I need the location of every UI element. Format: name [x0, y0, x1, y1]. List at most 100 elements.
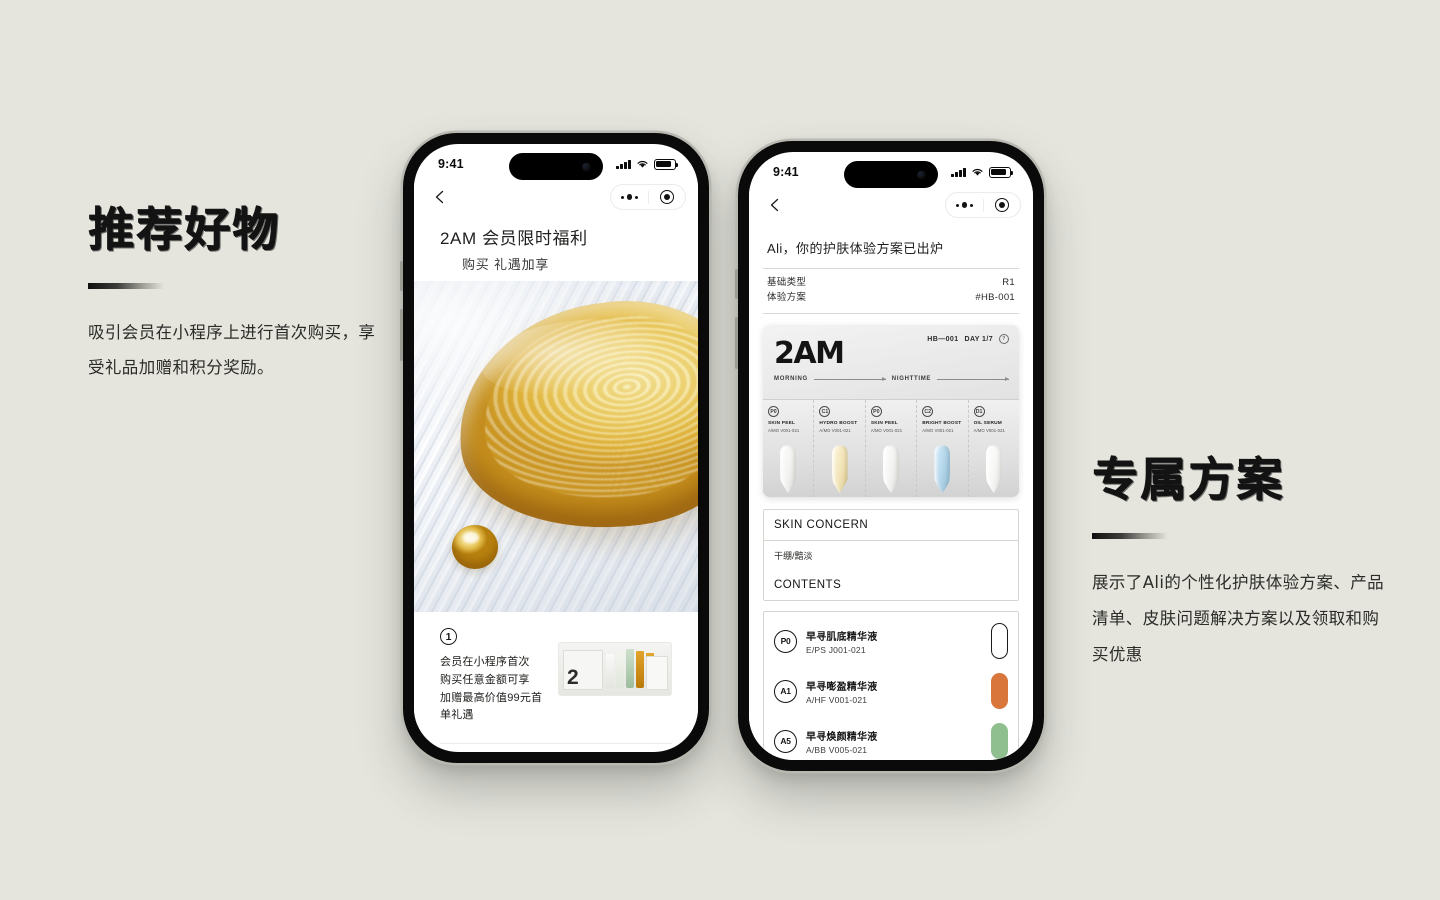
more-dots-icon[interactable]	[611, 194, 648, 200]
promo-offer-text: 1 会员在小程序首次 购买任意金额可享 加赠最高价值99元首单礼遇	[440, 628, 544, 725]
kit-card-header: HB—001 DAY 1/7 ? 2AM MORNING NIGHTTIME	[763, 325, 1019, 399]
item-badge-icon: A5	[774, 729, 797, 753]
thumb-vial-2	[616, 652, 624, 688]
status-clock: 9:41	[438, 157, 464, 171]
capsule-target-icon[interactable]	[984, 198, 1021, 212]
left-heading: 推荐好物	[88, 202, 280, 256]
meta-label: 基础类型	[767, 277, 807, 288]
phase-night-label: NIGHTTIME	[891, 376, 932, 383]
thumb-box	[646, 656, 668, 690]
kit-tag: HB—001 DAY 1/7 ?	[927, 334, 1009, 345]
slot-badge-icon: P0	[768, 406, 779, 418]
slot-badge-icon: C2	[922, 406, 934, 418]
promo-header: 2AM 会员限时福利 购买 礼遇加享	[414, 214, 698, 281]
slot-badge-icon: C1	[819, 406, 831, 418]
kit-day: DAY 1/7	[964, 335, 993, 343]
more-dots-icon[interactable]	[946, 202, 983, 208]
skin-concern-section: SKIN CONCERN 干绷/黯淡 CONTENTS	[763, 509, 1019, 602]
meta-row: 体验方案 #HB-001	[767, 291, 1015, 306]
item-name: 早寻焕颜精华液	[806, 731, 878, 743]
plan-meta: 基础类型 R1 体验方案 #HB-001	[763, 268, 1019, 315]
kit-phase-track: MORNING NIGHTTIME	[774, 376, 1009, 382]
slot-name: SKIN PEEL	[870, 421, 898, 427]
plan-body: Ali，你的护肤体验方案已出炉 基础类型 R1 体验方案 #HB-001 HB—…	[749, 222, 1033, 760]
signal-bars-icon	[616, 159, 631, 169]
phone2-screen: 9:41 Ali，你的护肤体验方案已出炉 基础类型 R1 体验方案 #HB-00…	[749, 152, 1033, 760]
miniprogram-capsule[interactable]	[945, 192, 1021, 218]
meta-label: 体验方案	[767, 291, 807, 303]
ampoule-icon	[985, 445, 1002, 494]
right-heading: 专属方案	[1092, 452, 1284, 506]
kit-card[interactable]: HB—001 DAY 1/7 ? 2AM MORNING NIGHTTIME P…	[763, 325, 1019, 498]
thumb-brand-card	[563, 650, 603, 690]
kit-slot[interactable]: C1 HYDRO BOOST A/MO V001-021	[814, 400, 866, 498]
ampoule-icon	[831, 445, 848, 494]
ampoule-icon	[883, 445, 900, 494]
item-name: 早寻嘭盈精华液	[806, 681, 878, 693]
phase-night-arrow	[937, 376, 1009, 381]
dynamic-island	[509, 153, 603, 180]
slot-code: A/MO V001-021	[870, 427, 903, 433]
left-copy-block: 推荐好物 吸引会员在小程序上进行首次购买，享受礼品加赠和积分奖励。	[88, 202, 388, 386]
slot-code: A/MO V001-021	[922, 427, 954, 433]
slot-code: A/MO V001-021	[973, 427, 1005, 433]
meta-value: R1	[1002, 277, 1015, 288]
list-item[interactable]: A5 早寻焕颜精华液 A/BB V005-021	[764, 716, 1018, 760]
wifi-icon	[637, 160, 648, 168]
signal-bars-icon	[951, 167, 966, 177]
item-badge-icon: P0	[774, 629, 797, 653]
list-item[interactable]: A1 早寻嘭盈精华液 A/HF V001-021	[764, 666, 1018, 716]
item-pill-icon	[991, 673, 1008, 710]
hero-oil-image	[414, 281, 698, 612]
right-body-text: 展示了Ali的个性化护肤体验方案、产品清单、皮肤问题解决方案以及领取和购买优惠	[1092, 572, 1385, 665]
offer-line-3: 加赠最高价值99元首单礼遇	[440, 691, 543, 722]
phone-mockup-promo: 9:41 2AM 会员限时福利 购买 礼遇加享 1 会员在小程序首次 购买任意金…	[400, 133, 709, 763]
thumb-vial-4	[636, 651, 644, 688]
back-chevron-icon[interactable]	[432, 189, 448, 205]
meta-value: #HB-001	[975, 291, 1015, 303]
right-divider	[1092, 532, 1168, 539]
offer-line-1: 会员在小程序首次	[440, 656, 530, 668]
left-divider	[88, 282, 164, 289]
left-body-text: 吸引会员在小程序上进行首次购买，享受礼品加赠和积分奖励。	[88, 322, 376, 378]
kit-slot[interactable]: P0 SKIN PEEL A/MO V001-021	[865, 400, 918, 498]
meta-row: 基础类型 R1	[767, 276, 1015, 291]
ampoule-icon	[780, 445, 797, 494]
kit-slot[interactable]: D1 OIL SERUM A/MO V001-021	[968, 400, 1019, 498]
skin-concern-value: 干绷/黯淡	[774, 551, 813, 562]
thumb-vial-3	[626, 649, 634, 688]
status-indicators	[951, 166, 1013, 178]
phase-morning-label: MORNING	[774, 376, 808, 383]
item-text: 早寻肌底精华液 E/PS J001-021	[806, 628, 982, 655]
contents-heading: CONTENTS	[774, 579, 842, 592]
kit-slot-row: P0 SKIN PEEL A/MO V001-021 C1 HYDRO BOOS…	[763, 399, 1019, 498]
info-circle-icon[interactable]: ?	[999, 334, 1009, 345]
battery-icon	[654, 158, 678, 170]
thumb-vial-1	[606, 654, 614, 688]
capsule-target-icon[interactable]	[649, 190, 686, 204]
miniprogram-capsule[interactable]	[610, 184, 686, 210]
phase-morning-arrow	[813, 376, 886, 381]
slot-code: A/MO V001-021	[768, 427, 800, 433]
plan-title: Ali，你的护肤体验方案已出炉	[767, 241, 944, 256]
offer-number-badge: 1	[440, 628, 457, 645]
promo-offer-block: 1 会员在小程序首次 购买任意金额可享 加赠最高价值99元首单礼遇	[414, 612, 698, 726]
slot-name: SKIN PEEL	[768, 421, 796, 427]
phone1-screen: 9:41 2AM 会员限时福利 购买 礼遇加享 1 会员在小程序首次 购买任意金…	[414, 144, 698, 752]
item-code: A/HF V001-021	[806, 694, 868, 705]
slot-name: BRIGHT BOOST	[922, 421, 962, 427]
item-text: 早寻嘭盈精华液 A/HF V001-021	[806, 678, 982, 705]
skin-concern-heading: SKIN CONCERN	[764, 510, 1018, 542]
list-item[interactable]: P0 早寻肌底精华液 E/PS J001-021	[764, 616, 1018, 666]
kit-slot[interactable]: P0 SKIN PEEL A/MO V001-021	[763, 400, 815, 498]
item-pill-icon	[991, 723, 1008, 760]
item-name: 早寻肌底精华液	[806, 631, 878, 643]
kit-slot[interactable]: C2 BRIGHT BOOST A/MO V001-021	[917, 400, 969, 498]
oil-droplet	[452, 525, 498, 569]
slot-name: HYDRO BOOST	[819, 421, 858, 427]
battery-icon	[989, 166, 1013, 178]
back-chevron-icon[interactable]	[767, 197, 783, 213]
product-kit-thumbnail[interactable]	[558, 642, 672, 696]
phone2-nav-bar	[749, 188, 1033, 222]
status-indicators	[616, 158, 678, 170]
